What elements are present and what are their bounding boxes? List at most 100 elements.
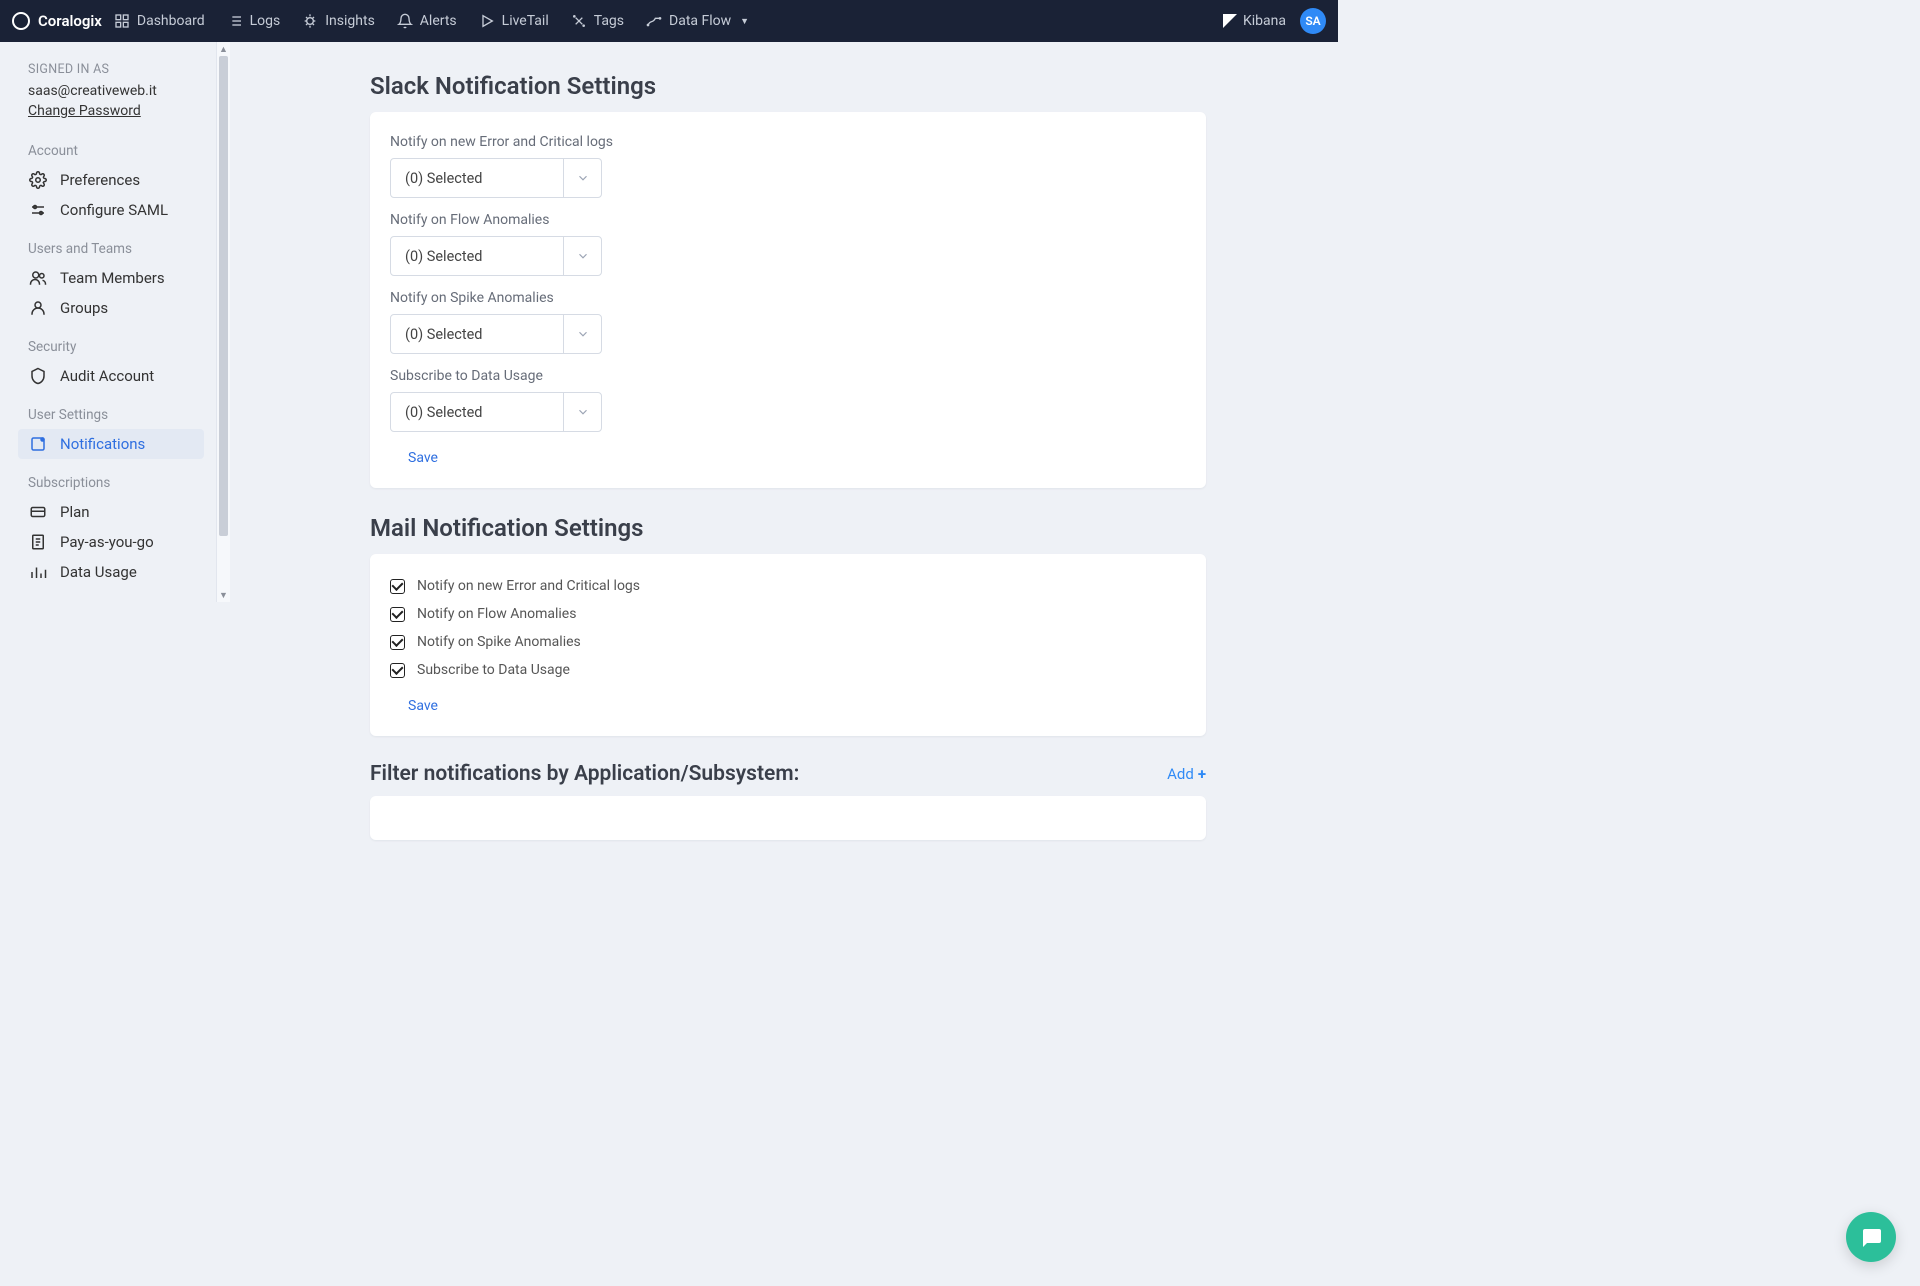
slack-save-button[interactable]: Save xyxy=(390,450,438,466)
add-label: Add xyxy=(1167,765,1194,783)
filter-card xyxy=(370,796,1206,840)
brand[interactable]: Coralogix xyxy=(12,12,102,30)
nav-dashboard[interactable]: Dashboard xyxy=(114,13,205,29)
nav-tags[interactable]: Tags xyxy=(571,13,624,29)
slack-field-label: Subscribe to Data Usage xyxy=(390,368,1186,384)
sidebar-item-plan[interactable]: Plan xyxy=(0,497,214,527)
mail-check-label: Subscribe to Data Usage xyxy=(417,662,570,678)
section-label-users-teams: Users and Teams xyxy=(0,225,214,263)
mail-check-label: Notify on Spike Anomalies xyxy=(417,634,581,650)
nav-label: Tags xyxy=(594,13,624,29)
nav-alerts[interactable]: Alerts xyxy=(397,13,457,29)
nav-logs[interactable]: Logs xyxy=(227,13,281,29)
sidebar-item-label: Audit Account xyxy=(60,367,154,385)
mail-datausage-checkbox[interactable] xyxy=(390,663,405,678)
mail-check-label: Notify on new Error and Critical logs xyxy=(417,578,640,594)
nav-dataflow[interactable]: Data Flow ▼ xyxy=(646,13,749,29)
chevron-down-icon xyxy=(563,315,601,353)
slack-datausage-select[interactable]: (0) Selected xyxy=(390,392,602,432)
mail-check-row: Notify on Spike Anomalies xyxy=(390,628,1186,656)
topbar-right: Kibana SA xyxy=(1223,8,1326,34)
select-value: (0) Selected xyxy=(391,159,563,197)
scroll-down-icon[interactable]: ▼ xyxy=(217,588,230,602)
bug-icon xyxy=(302,13,318,29)
chat-launcher-button[interactable] xyxy=(1846,1212,1896,1262)
list-icon xyxy=(227,13,243,29)
slack-field-label: Notify on Spike Anomalies xyxy=(390,290,1186,306)
sidebar-item-label: Configure SAML xyxy=(60,201,168,219)
chevron-down-icon xyxy=(563,159,601,197)
nav-label: Logs xyxy=(250,13,281,29)
flow-icon xyxy=(646,13,662,29)
signed-in-block: SIGNED IN AS saas@creativeweb.it Change … xyxy=(0,62,214,127)
slack-settings-title: Slack Notification Settings xyxy=(370,72,1206,100)
section-label-subscriptions: Subscriptions xyxy=(0,459,214,497)
user-icon xyxy=(28,298,48,318)
nav-label: Dashboard xyxy=(137,13,205,29)
sidebar-item-payg[interactable]: Pay-as-you-go xyxy=(0,527,214,557)
mail-save-button[interactable]: Save xyxy=(390,698,438,714)
filter-title: Filter notifications by Application/Subs… xyxy=(370,762,799,786)
nav-items: Dashboard Logs Insights Alerts LiveTail … xyxy=(114,13,749,29)
slack-settings-card: Notify on new Error and Critical logs (0… xyxy=(370,112,1206,488)
notification-icon xyxy=(28,434,48,454)
scroll-up-icon[interactable]: ▲ xyxy=(217,42,230,56)
mail-settings-card: Notify on new Error and Critical logs No… xyxy=(370,554,1206,736)
slack-error-select[interactable]: (0) Selected xyxy=(390,158,602,198)
section-label-user-settings: User Settings xyxy=(0,391,214,429)
change-password-link[interactable]: Change Password xyxy=(28,103,198,119)
sidebar-item-team-members[interactable]: Team Members xyxy=(0,263,214,293)
nav-insights[interactable]: Insights xyxy=(302,13,375,29)
nav-label: Alerts xyxy=(420,13,457,29)
add-filter-button[interactable]: Add + xyxy=(1167,765,1206,783)
filter-header: Filter notifications by Application/Subs… xyxy=(370,762,1206,786)
tags-icon xyxy=(571,13,587,29)
sidebar-scrollbar[interactable]: ▲ ▼ xyxy=(216,42,230,602)
nav-label: Insights xyxy=(325,13,375,29)
sidebar-item-configure-saml[interactable]: Configure SAML xyxy=(0,195,214,225)
chevron-down-icon xyxy=(563,393,601,431)
nav-livetail[interactable]: LiveTail xyxy=(479,13,549,29)
chevron-down-icon: ▼ xyxy=(740,16,749,27)
select-value: (0) Selected xyxy=(391,315,563,353)
nav-label: LiveTail xyxy=(502,13,549,29)
bell-icon xyxy=(397,13,413,29)
mail-check-label: Notify on Flow Anomalies xyxy=(417,606,576,622)
sidebar-item-notifications[interactable]: Notifications xyxy=(18,429,204,459)
mail-flow-checkbox[interactable] xyxy=(390,607,405,622)
sidebar-item-audit-account[interactable]: Audit Account xyxy=(0,361,214,391)
sidebar-item-preferences[interactable]: Preferences xyxy=(0,165,214,195)
slack-spike-select[interactable]: (0) Selected xyxy=(390,314,602,354)
sidebar-item-data-usage[interactable]: Data Usage xyxy=(0,557,214,587)
kibana-link[interactable]: Kibana xyxy=(1223,13,1286,29)
receipt-icon xyxy=(28,532,48,552)
chart-icon xyxy=(28,562,48,582)
users-icon xyxy=(28,268,48,288)
slack-flow-select[interactable]: (0) Selected xyxy=(390,236,602,276)
kibana-label: Kibana xyxy=(1243,13,1286,29)
grid-icon xyxy=(114,13,130,29)
sidebar-item-label: Preferences xyxy=(60,171,140,189)
sidebar: SIGNED IN AS saas@creativeweb.it Change … xyxy=(0,42,230,896)
sliders-icon xyxy=(28,200,48,220)
brand-name: Coralogix xyxy=(38,12,102,30)
sidebar-item-groups[interactable]: Groups xyxy=(0,293,214,323)
mail-spike-checkbox[interactable] xyxy=(390,635,405,650)
sidebar-item-label: Pay-as-you-go xyxy=(60,533,154,551)
play-icon xyxy=(479,13,495,29)
mail-check-row: Notify on new Error and Critical logs xyxy=(390,572,1186,600)
sidebar-item-label: Team Members xyxy=(60,269,165,287)
card-icon xyxy=(28,502,48,522)
slack-field-label: Notify on Flow Anomalies xyxy=(390,212,1186,228)
section-label-account: Account xyxy=(0,127,214,165)
signed-in-label: SIGNED IN AS xyxy=(28,62,198,77)
mail-error-checkbox[interactable] xyxy=(390,579,405,594)
user-email: saas@creativeweb.it xyxy=(28,83,198,99)
shield-icon xyxy=(28,366,48,386)
slack-field-label: Notify on new Error and Critical logs xyxy=(390,134,1186,150)
kibana-icon xyxy=(1223,14,1237,28)
plus-icon: + xyxy=(1198,765,1206,783)
user-avatar[interactable]: SA xyxy=(1300,8,1326,34)
scrollbar-thumb[interactable] xyxy=(219,56,228,536)
sidebar-item-label: Notifications xyxy=(60,435,145,453)
